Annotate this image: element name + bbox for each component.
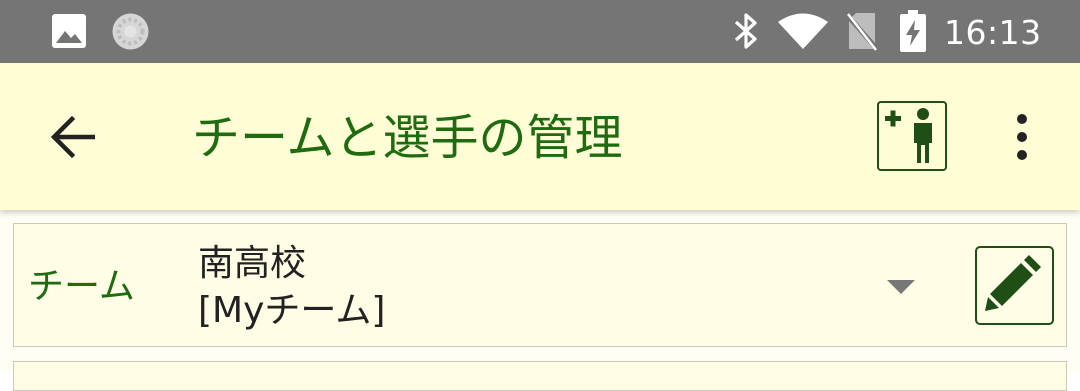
selected-team-name[interactable]: 南高校 — [198, 240, 306, 288]
more-options-button[interactable] — [1005, 112, 1039, 162]
back-arrow-icon — [50, 115, 95, 159]
add-player-button[interactable] — [877, 101, 947, 171]
dropdown-arrow-icon[interactable] — [886, 279, 916, 295]
edit-team-button[interactable] — [975, 246, 1054, 325]
selected-team-tag[interactable]: [Myチーム] — [198, 287, 385, 335]
team-label: チーム — [28, 266, 135, 307]
image-notification-icon — [52, 14, 86, 48]
status-time: 16:13 — [944, 13, 1042, 52]
pencil-icon — [985, 255, 1041, 311]
bluetooth-icon — [734, 13, 757, 49]
status-bar: 16:13 — [0, 0, 1080, 63]
more-vert-icon — [1017, 114, 1027, 160]
player-list-row[interactable] — [13, 361, 1067, 391]
page-title: チームと選手の管理 — [192, 110, 623, 166]
no-sim-icon — [847, 13, 877, 51]
back-button[interactable] — [40, 107, 110, 167]
wifi-icon — [778, 13, 828, 49]
add-player-icon — [885, 108, 932, 163]
battery-charging-icon — [900, 10, 926, 52]
sync-spinner-icon — [112, 13, 149, 50]
